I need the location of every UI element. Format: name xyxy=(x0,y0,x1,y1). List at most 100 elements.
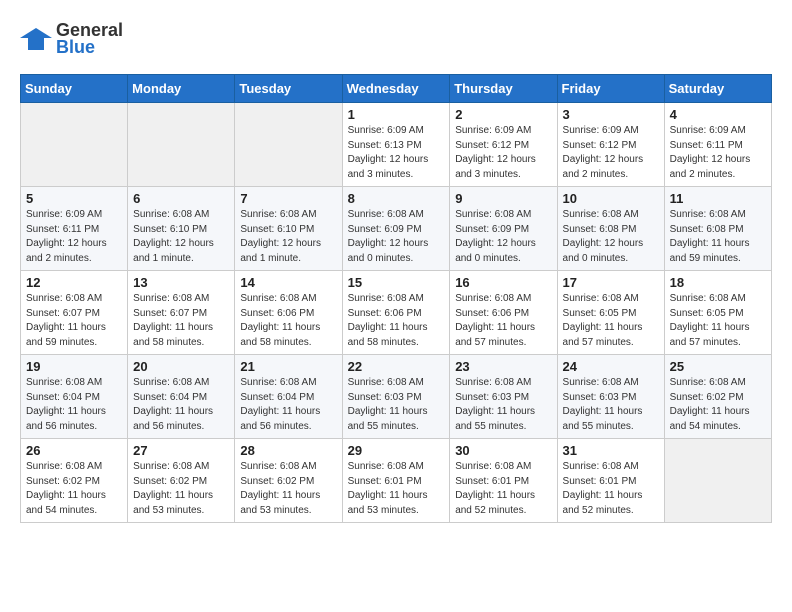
day-number: 29 xyxy=(348,443,445,458)
day-number: 20 xyxy=(133,359,229,374)
day-number: 1 xyxy=(348,107,445,122)
calendar-cell: 24 Sunrise: 6:08 AM Sunset: 6:03 PM Dayli… xyxy=(557,355,664,439)
day-info: Sunrise: 6:08 AM Sunset: 6:08 PM Dayligh… xyxy=(563,208,659,266)
day-info: Sunrise: 6:08 AM Sunset: 6:07 PM Dayligh… xyxy=(26,292,122,350)
day-number: 27 xyxy=(133,443,229,458)
calendar-cell xyxy=(235,103,342,187)
calendar-cell: 17 Sunrise: 6:08 AM Sunset: 6:05 PM Dayli… xyxy=(557,271,664,355)
calendar-cell: 14 Sunrise: 6:08 AM Sunset: 6:06 PM Dayli… xyxy=(235,271,342,355)
day-info: Sunrise: 6:08 AM Sunset: 6:01 PM Dayligh… xyxy=(563,460,659,518)
day-info: Sunrise: 6:08 AM Sunset: 6:08 PM Dayligh… xyxy=(670,208,766,266)
day-info: Sunrise: 6:08 AM Sunset: 6:06 PM Dayligh… xyxy=(455,292,551,350)
day-info: Sunrise: 6:08 AM Sunset: 6:04 PM Dayligh… xyxy=(240,376,336,434)
day-info: Sunrise: 6:09 AM Sunset: 6:12 PM Dayligh… xyxy=(455,124,551,182)
day-info: Sunrise: 6:08 AM Sunset: 6:05 PM Dayligh… xyxy=(670,292,766,350)
day-number: 9 xyxy=(455,191,551,206)
day-number: 11 xyxy=(670,191,766,206)
calendar-cell: 11 Sunrise: 6:08 AM Sunset: 6:08 PM Dayli… xyxy=(664,187,771,271)
weekday-header-monday: Monday xyxy=(128,75,235,103)
calendar-header-row: SundayMondayTuesdayWednesdayThursdayFrid… xyxy=(21,75,772,103)
calendar-cell: 16 Sunrise: 6:08 AM Sunset: 6:06 PM Dayli… xyxy=(450,271,557,355)
day-info: Sunrise: 6:08 AM Sunset: 6:10 PM Dayligh… xyxy=(240,208,336,266)
calendar-table: SundayMondayTuesdayWednesdayThursdayFrid… xyxy=(20,74,772,523)
day-info: Sunrise: 6:08 AM Sunset: 6:05 PM Dayligh… xyxy=(563,292,659,350)
calendar-cell xyxy=(21,103,128,187)
day-info: Sunrise: 6:08 AM Sunset: 6:09 PM Dayligh… xyxy=(455,208,551,266)
day-info: Sunrise: 6:08 AM Sunset: 6:02 PM Dayligh… xyxy=(670,376,766,434)
weekday-header-thursday: Thursday xyxy=(450,75,557,103)
calendar-cell xyxy=(664,439,771,523)
day-info: Sunrise: 6:08 AM Sunset: 6:06 PM Dayligh… xyxy=(348,292,445,350)
calendar-cell: 4 Sunrise: 6:09 AM Sunset: 6:11 PM Daylig… xyxy=(664,103,771,187)
calendar-cell: 22 Sunrise: 6:08 AM Sunset: 6:03 PM Dayli… xyxy=(342,355,450,439)
day-number: 5 xyxy=(26,191,122,206)
day-number: 8 xyxy=(348,191,445,206)
day-info: Sunrise: 6:08 AM Sunset: 6:02 PM Dayligh… xyxy=(133,460,229,518)
day-number: 10 xyxy=(563,191,659,206)
day-number: 23 xyxy=(455,359,551,374)
day-number: 22 xyxy=(348,359,445,374)
day-info: Sunrise: 6:08 AM Sunset: 6:03 PM Dayligh… xyxy=(563,376,659,434)
calendar-cell: 10 Sunrise: 6:08 AM Sunset: 6:08 PM Dayli… xyxy=(557,187,664,271)
calendar-cell: 21 Sunrise: 6:08 AM Sunset: 6:04 PM Dayli… xyxy=(235,355,342,439)
weekday-header-saturday: Saturday xyxy=(664,75,771,103)
day-number: 26 xyxy=(26,443,122,458)
calendar-cell: 23 Sunrise: 6:08 AM Sunset: 6:03 PM Dayli… xyxy=(450,355,557,439)
day-number: 12 xyxy=(26,275,122,290)
weekday-header-sunday: Sunday xyxy=(21,75,128,103)
day-number: 19 xyxy=(26,359,122,374)
day-number: 4 xyxy=(670,107,766,122)
calendar-cell: 28Sunrise: 6:08 AM Sunset: 6:02 PM Dayli… xyxy=(235,439,342,523)
calendar-cell: 20Sunrise: 6:08 AM Sunset: 6:04 PM Dayli… xyxy=(128,355,235,439)
day-info: Sunrise: 6:08 AM Sunset: 6:07 PM Dayligh… xyxy=(133,292,229,350)
calendar-week-3: 12 Sunrise: 6:08 AM Sunset: 6:07 PM Dayli… xyxy=(21,271,772,355)
day-number: 2 xyxy=(455,107,551,122)
calendar-week-5: 26 Sunrise: 6:08 AM Sunset: 6:02 PM Dayli… xyxy=(21,439,772,523)
day-number: 24 xyxy=(563,359,659,374)
day-info: Sunrise: 6:08 AM Sunset: 6:01 PM Dayligh… xyxy=(348,460,445,518)
day-info: Sunrise: 6:09 AM Sunset: 6:11 PM Dayligh… xyxy=(670,124,766,182)
weekday-header-tuesday: Tuesday xyxy=(235,75,342,103)
calendar-cell: 2 Sunrise: 6:09 AM Sunset: 6:12 PM Daylig… xyxy=(450,103,557,187)
day-number: 31 xyxy=(563,443,659,458)
day-number: 16 xyxy=(455,275,551,290)
calendar-cell: 8 Sunrise: 6:08 AM Sunset: 6:09 PM Daylig… xyxy=(342,187,450,271)
day-info: Sunrise: 6:08 AM Sunset: 6:04 PM Dayligh… xyxy=(26,376,122,434)
calendar-cell: 30Sunrise: 6:08 AM Sunset: 6:01 PM Dayli… xyxy=(450,439,557,523)
calendar-cell: 5 Sunrise: 6:09 AM Sunset: 6:11 PM Daylig… xyxy=(21,187,128,271)
day-info: Sunrise: 6:08 AM Sunset: 6:03 PM Dayligh… xyxy=(348,376,445,434)
calendar-cell: 29 Sunrise: 6:08 AM Sunset: 6:01 PM Dayli… xyxy=(342,439,450,523)
calendar-cell: 13 Sunrise: 6:08 AM Sunset: 6:07 PM Dayli… xyxy=(128,271,235,355)
day-info: Sunrise: 6:08 AM Sunset: 6:10 PM Dayligh… xyxy=(133,208,229,266)
calendar-week-1: 1 Sunrise: 6:09 AM Sunset: 6:13 PM Daylig… xyxy=(21,103,772,187)
day-number: 28 xyxy=(240,443,336,458)
day-number: 7 xyxy=(240,191,336,206)
logo: General Blue xyxy=(20,20,123,58)
day-number: 18 xyxy=(670,275,766,290)
day-number: 13 xyxy=(133,275,229,290)
day-info: Sunrise: 6:09 AM Sunset: 6:13 PM Dayligh… xyxy=(348,124,445,182)
calendar-cell: 1 Sunrise: 6:09 AM Sunset: 6:13 PM Daylig… xyxy=(342,103,450,187)
day-info: Sunrise: 6:08 AM Sunset: 6:02 PM Dayligh… xyxy=(26,460,122,518)
calendar-cell: 12 Sunrise: 6:08 AM Sunset: 6:07 PM Dayli… xyxy=(21,271,128,355)
day-info: Sunrise: 6:09 AM Sunset: 6:12 PM Dayligh… xyxy=(563,124,659,182)
day-info: Sunrise: 6:08 AM Sunset: 6:03 PM Dayligh… xyxy=(455,376,551,434)
day-number: 21 xyxy=(240,359,336,374)
day-number: 3 xyxy=(563,107,659,122)
day-info: Sunrise: 6:08 AM Sunset: 6:09 PM Dayligh… xyxy=(348,208,445,266)
day-info: Sunrise: 6:08 AM Sunset: 6:06 PM Dayligh… xyxy=(240,292,336,350)
day-info: Sunrise: 6:09 AM Sunset: 6:11 PM Dayligh… xyxy=(26,208,122,266)
calendar-week-4: 19 Sunrise: 6:08 AM Sunset: 6:04 PM Dayli… xyxy=(21,355,772,439)
logo-icon xyxy=(20,28,52,50)
calendar-cell: 7 Sunrise: 6:08 AM Sunset: 6:10 PM Daylig… xyxy=(235,187,342,271)
calendar-cell: 18 Sunrise: 6:08 AM Sunset: 6:05 PM Dayli… xyxy=(664,271,771,355)
day-number: 17 xyxy=(563,275,659,290)
calendar-cell xyxy=(128,103,235,187)
weekday-header-wednesday: Wednesday xyxy=(342,75,450,103)
day-number: 14 xyxy=(240,275,336,290)
calendar-cell: 26 Sunrise: 6:08 AM Sunset: 6:02 PM Dayli… xyxy=(21,439,128,523)
calendar-cell: 25Sunrise: 6:08 AM Sunset: 6:02 PM Dayli… xyxy=(664,355,771,439)
calendar-cell: 9 Sunrise: 6:08 AM Sunset: 6:09 PM Daylig… xyxy=(450,187,557,271)
calendar-cell: 15Sunrise: 6:08 AM Sunset: 6:06 PM Dayli… xyxy=(342,271,450,355)
day-info: Sunrise: 6:08 AM Sunset: 6:01 PM Dayligh… xyxy=(455,460,551,518)
